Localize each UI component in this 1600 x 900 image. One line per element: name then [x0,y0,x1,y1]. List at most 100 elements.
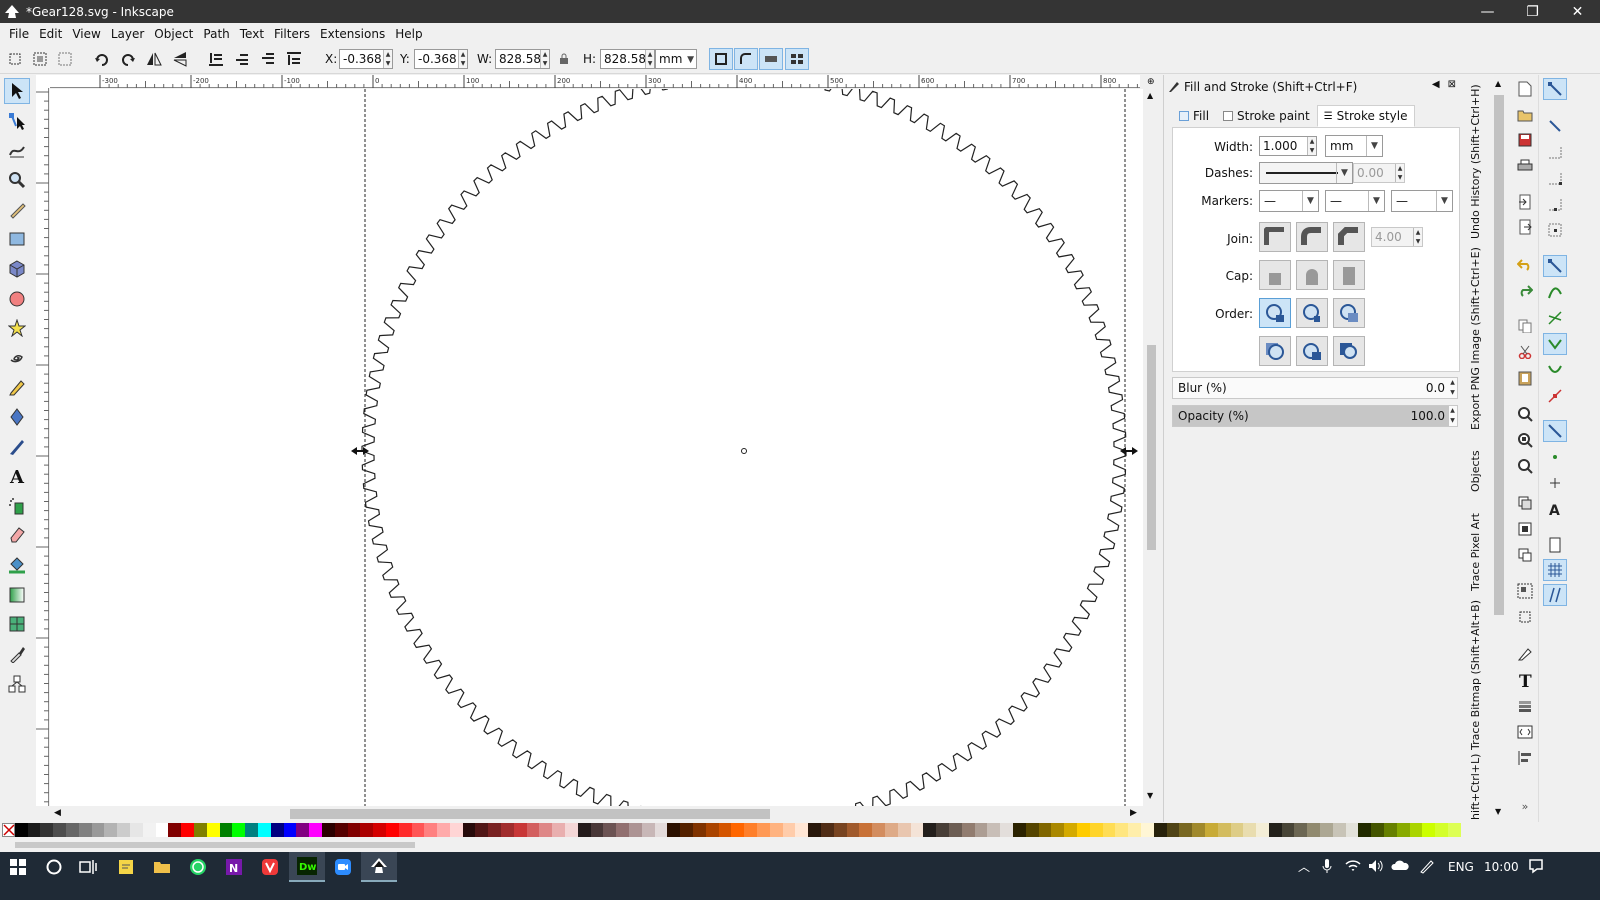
order-stroke-fill-markers-icon[interactable] [1296,298,1328,328]
palette-swatch[interactable] [1102,823,1116,837]
palette-swatch[interactable] [1089,823,1103,837]
palette-swatch[interactable] [1435,823,1449,837]
palette-swatch[interactable] [923,823,937,837]
deselect-icon[interactable] [54,49,76,69]
palette-swatch[interactable] [1192,823,1205,837]
order-markers-fill-stroke-icon[interactable] [1259,336,1291,366]
snap-rotation-centers-icon[interactable] [1543,472,1567,494]
palette-swatch[interactable] [1179,823,1193,837]
palette-swatch[interactable] [309,823,322,837]
zoom-selection-icon[interactable] [1514,403,1536,425]
snap-smooth-nodes-icon[interactable] [1543,359,1567,381]
lower-icon[interactable] [231,49,253,69]
paste-icon[interactable] [1514,367,1536,389]
drawing-canvas[interactable] [50,89,1143,806]
select-all-layers-icon[interactable] [29,49,51,69]
x-input[interactable]: -0.368 ▲ ▼ [339,49,393,69]
connector-tool-icon[interactable] [4,671,30,697]
palette-swatch[interactable] [782,823,796,837]
zoom-app-icon[interactable] [325,852,361,882]
align-distribute-icon[interactable] [1514,747,1536,769]
palette-swatch[interactable] [1076,823,1090,837]
tab-cut-off[interactable]: hift+Ctrl+L) [1469,754,1485,820]
palette-swatch[interactable] [1217,823,1231,837]
palette-swatch[interactable] [641,823,655,837]
unit-select[interactable]: mm ▼ [655,49,697,69]
snap-bbox-corners-icon[interactable] [1543,167,1567,189]
palette-swatch[interactable] [40,823,54,837]
tab-trace-pixel-art[interactable]: Trace Pixel Art [1469,503,1485,591]
close-button[interactable]: ✕ [1555,0,1600,23]
order-fill-markers-stroke-icon[interactable] [1333,298,1365,328]
palette-swatch[interactable] [808,823,821,837]
palette-swatch[interactable] [1268,823,1282,837]
menu-path[interactable]: Path [198,27,234,41]
end-marker-select[interactable]: — ▼ [1391,190,1453,212]
no-paint-swatch[interactable] [2,823,15,837]
dash-pattern-select[interactable]: ▼ [1259,162,1353,184]
microphone-icon[interactable] [1322,858,1332,877]
snap-guides-icon[interactable] [1543,584,1567,606]
menu-object[interactable]: Object [149,27,198,41]
cap-butt-icon[interactable] [1259,260,1291,290]
snap-others-icon[interactable] [1543,420,1567,442]
snap-page-border-icon[interactable] [1543,534,1567,556]
palette-swatch[interactable] [245,823,258,837]
lock-icon[interactable] [553,49,575,69]
menu-extensions[interactable]: Extensions [315,27,390,41]
snap-intersections-icon[interactable] [1543,307,1567,329]
palette-swatch[interactable] [1064,823,1077,837]
canvas-horizontal-scrollbar[interactable]: ◀ ▶ [50,806,1159,822]
scale-corners-icon[interactable] [734,48,758,70]
unlink-clone-icon[interactable] [1514,544,1536,566]
canvas-vertical-scrollbar[interactable]: ⊕ ▲ ▼ [1143,75,1159,806]
dock-scroll-down-icon[interactable]: ▼ [1495,807,1501,816]
palette-swatch[interactable] [1345,823,1359,837]
palette-swatch[interactable] [629,823,642,837]
opacity-spin-icon[interactable]: ▲ ▼ [1448,406,1457,426]
print-icon[interactable] [1514,155,1536,177]
palette-swatch[interactable] [821,823,834,837]
redo-icon[interactable] [1514,279,1536,301]
palette-swatch[interactable] [347,823,361,837]
select-all-icon[interactable] [4,49,26,69]
palette-swatch[interactable] [168,823,182,837]
file-explorer-icon[interactable] [144,852,180,882]
palette-swatch[interactable] [513,823,527,837]
palette-swatch[interactable] [654,823,668,837]
palette-swatch[interactable] [296,823,310,837]
import-icon[interactable] [1514,191,1536,213]
menu-layer[interactable]: Layer [106,27,149,41]
ungroup-icon[interactable] [1514,606,1536,628]
palette-swatch[interactable] [360,823,374,837]
palette-scrollbar[interactable] [0,839,1568,851]
group-icon[interactable] [1514,580,1536,602]
palette-swatch[interactable] [1307,823,1321,837]
menu-filters[interactable]: Filters [269,27,315,41]
transform-patterns-icon[interactable] [785,48,809,70]
palette-swatch[interactable] [872,823,885,837]
palette-swatch[interactable] [795,823,809,837]
mid-marker-select[interactable]: — ▼ [1325,190,1385,212]
paint-bucket-tool-icon[interactable] [4,552,30,578]
lower-to-bottom-icon[interactable] [205,49,227,69]
star-tool-icon[interactable] [4,315,30,341]
palette-swatch[interactable] [1204,823,1218,837]
gradient-tool-icon[interactable] [4,582,30,608]
spiral-tool-icon[interactable] [4,345,30,371]
palette-swatch[interactable] [577,823,591,837]
scroll-right-icon[interactable]: ▶ [1130,808,1137,818]
tab-stroke-style[interactable]: ☰ Stroke style [1316,105,1415,127]
clock[interactable]: 10:00 [1484,860,1519,874]
palette-swatch[interactable] [539,823,553,837]
ellipse-tool-icon[interactable] [4,286,30,312]
palette-swatch[interactable] [257,823,271,837]
action-center-icon[interactable] [1528,858,1544,877]
menu-file[interactable]: File [4,27,34,41]
dreamweaver-icon[interactable]: Dw [289,852,325,882]
fill-stroke-command-icon[interactable] [1514,643,1536,665]
palette-swatch[interactable] [744,823,758,837]
scroll-up-icon[interactable]: ▲ [1147,91,1153,100]
scroll-left-icon[interactable]: ◀ [54,808,61,818]
text-font-icon[interactable]: T [1514,669,1536,691]
